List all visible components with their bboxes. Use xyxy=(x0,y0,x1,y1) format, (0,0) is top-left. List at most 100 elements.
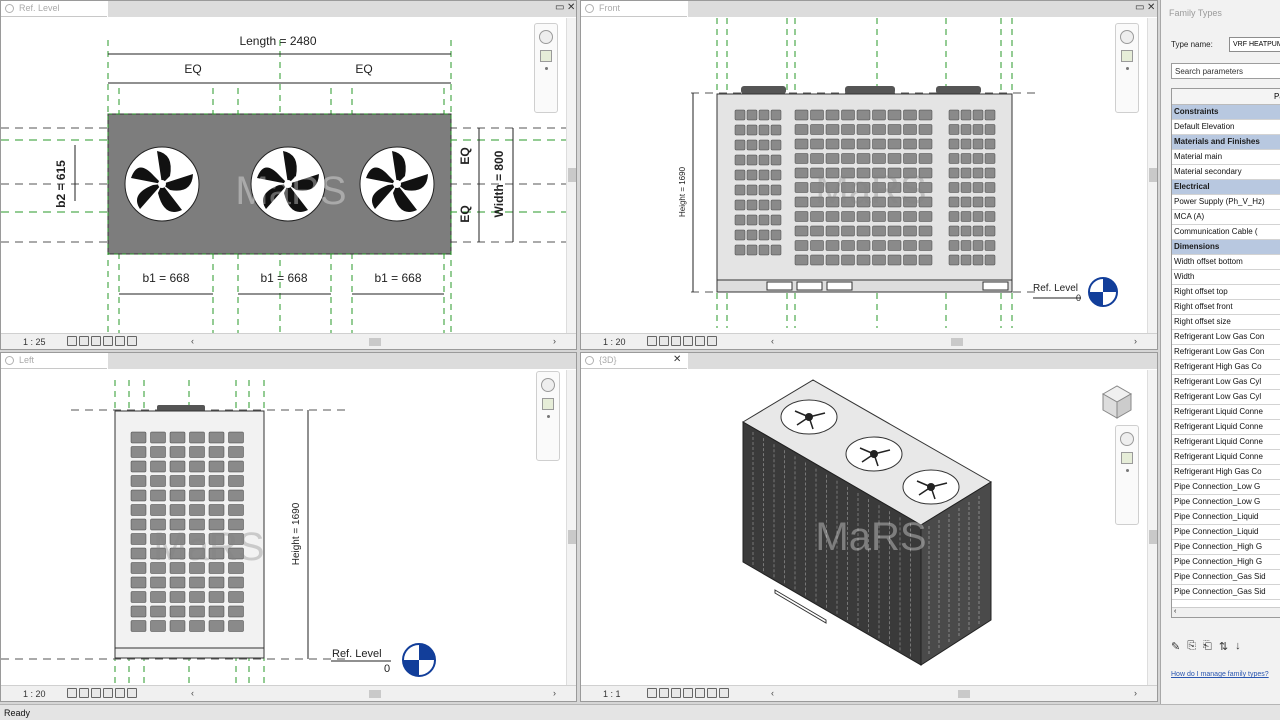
parameter-row[interactable]: Pipe Connection_High G xyxy=(1172,555,1280,570)
steering-wheel-icon[interactable] xyxy=(1120,432,1134,446)
parameter-row[interactable]: Pipe Connection_High G xyxy=(1172,540,1280,555)
horizontal-scroll-thumb[interactable] xyxy=(369,338,381,346)
tab-plan-view[interactable]: Ref. Level xyxy=(1,1,107,17)
crop-view-icon[interactable] xyxy=(707,688,717,698)
parameter-row[interactable]: MCA (A) xyxy=(1172,210,1280,225)
parameter-row[interactable]: Right offset top xyxy=(1172,285,1280,300)
view-scale[interactable]: 1 : 20 xyxy=(23,689,46,699)
new-type-icon[interactable]: ⎘ xyxy=(1187,640,1196,658)
parameter-row[interactable]: Refrigerant High Gas Co xyxy=(1172,465,1280,480)
parameter-group-header[interactable]: Constraints xyxy=(1172,105,1280,120)
zoom-icon[interactable] xyxy=(542,398,554,410)
parameter-row[interactable]: Pipe Connection_Gas Sid xyxy=(1172,570,1280,585)
visual-style-icon[interactable] xyxy=(659,336,669,346)
navigation-bar[interactable] xyxy=(1115,425,1139,525)
parameter-group-header[interactable]: Electrical xyxy=(1172,180,1280,195)
parameter-group-header[interactable]: Dimensions xyxy=(1172,240,1280,255)
scroll-right-icon[interactable]: › xyxy=(553,336,556,346)
vertical-scrollbar[interactable] xyxy=(1147,370,1157,686)
delete-type-icon[interactable]: ⇅ xyxy=(1219,640,1228,658)
detail-level-icon[interactable] xyxy=(67,688,77,698)
front-view[interactable]: Front ▭ ✕ MaRS Height = 1690 Ref. Level xyxy=(580,0,1158,350)
steering-wheel-icon[interactable] xyxy=(539,30,553,44)
edit-icon[interactable]: ✎ xyxy=(1171,640,1180,658)
shadows-icon[interactable] xyxy=(103,688,113,698)
horizontal-scroll-thumb[interactable] xyxy=(369,690,381,698)
help-link[interactable]: How do I manage family types? xyxy=(1171,671,1269,678)
rename-type-icon[interactable]: ⎗ xyxy=(1203,640,1212,658)
detail-level-icon[interactable] xyxy=(67,336,77,346)
parameter-row[interactable]: Refrigerant Low Gas Cyl xyxy=(1172,390,1280,405)
parameter-row[interactable]: Pipe Connection_Low G xyxy=(1172,480,1280,495)
temporary-hide-icon[interactable] xyxy=(707,336,717,346)
more-icon[interactable] xyxy=(544,67,548,70)
detail-level-icon[interactable] xyxy=(647,336,657,346)
type-name-dropdown[interactable]: VRF HEATPUMP xyxy=(1229,37,1280,52)
scroll-right-icon[interactable]: › xyxy=(553,688,556,698)
scroll-left-icon[interactable]: ‹ xyxy=(771,336,774,346)
crop-view-icon[interactable] xyxy=(115,688,125,698)
parameter-row[interactable]: Pipe Connection_Liquid xyxy=(1172,525,1280,540)
steering-wheel-icon[interactable] xyxy=(1120,30,1134,44)
parameter-row[interactable]: Refrigerant Liquid Conne xyxy=(1172,420,1280,435)
vertical-scrollbar[interactable] xyxy=(566,18,576,334)
navigation-bar[interactable] xyxy=(536,371,560,461)
crop-view-icon[interactable] xyxy=(695,336,705,346)
view-scale[interactable]: 1 : 25 xyxy=(23,337,46,347)
vertical-scrollbar[interactable] xyxy=(566,370,576,686)
parameter-row[interactable]: Right offset size xyxy=(1172,315,1280,330)
navigation-bar[interactable] xyxy=(534,23,558,113)
parameter-row[interactable]: Refrigerant High Gas Co xyxy=(1172,360,1280,375)
close-icon[interactable]: ✕ xyxy=(1147,3,1155,13)
parameter-row[interactable]: Pipe Connection_Liquid xyxy=(1172,510,1280,525)
parameter-column-header[interactable]: Pa xyxy=(1172,89,1280,105)
steering-wheel-icon[interactable] xyxy=(541,378,555,392)
horizontal-scroll-thumb[interactable] xyxy=(958,690,970,698)
visual-style-icon[interactable] xyxy=(79,336,89,346)
sort-icon[interactable]: ↓ xyxy=(1235,640,1241,658)
view-scale[interactable]: 1 : 1 xyxy=(603,689,621,699)
parameter-row[interactable]: Width offset bottom xyxy=(1172,255,1280,270)
close-tab-icon[interactable]: ✕ xyxy=(673,355,681,365)
parameter-row[interactable]: Pipe Connection_Gas Sid xyxy=(1172,585,1280,600)
shadows-icon[interactable] xyxy=(103,336,113,346)
zoom-icon[interactable] xyxy=(540,50,552,62)
sun-path-icon[interactable] xyxy=(91,688,101,698)
parameter-row[interactable]: Right offset front xyxy=(1172,300,1280,315)
tab-front-view[interactable]: Front xyxy=(581,1,687,17)
scroll-left-icon[interactable]: ‹ xyxy=(191,688,194,698)
sun-path-icon[interactable] xyxy=(671,336,681,346)
detail-level-icon[interactable] xyxy=(647,688,657,698)
more-icon[interactable] xyxy=(1125,469,1129,472)
zoom-icon[interactable] xyxy=(1121,50,1133,62)
scroll-right-icon[interactable]: › xyxy=(1134,336,1137,346)
temporary-hide-icon[interactable] xyxy=(719,688,729,698)
parameter-row[interactable]: Pipe Connection_Low G xyxy=(1172,495,1280,510)
view-scale[interactable]: 1 : 20 xyxy=(603,337,626,347)
sun-path-icon[interactable] xyxy=(91,336,101,346)
parameter-row[interactable]: Power Supply (Ph_V_Hz) xyxy=(1172,195,1280,210)
tab-left-view[interactable]: Left xyxy=(1,353,107,369)
parameter-row[interactable]: Refrigerant Low Gas Cyl xyxy=(1172,375,1280,390)
parameter-row[interactable]: Default Elevation xyxy=(1172,120,1280,135)
scroll-left-icon[interactable]: ‹ xyxy=(191,336,194,346)
horizontal-scroll-thumb[interactable] xyxy=(951,338,963,346)
parameter-row[interactable]: Communication Cable ( xyxy=(1172,225,1280,240)
shadows-icon[interactable] xyxy=(683,336,693,346)
parameter-row[interactable]: Refrigerant Low Gas Con xyxy=(1172,330,1280,345)
temporary-hide-icon[interactable] xyxy=(127,688,137,698)
visual-style-icon[interactable] xyxy=(659,688,669,698)
maximize-icon[interactable]: ▭ xyxy=(1135,3,1144,13)
parameter-row[interactable]: Refrigerant Low Gas Con xyxy=(1172,345,1280,360)
parameter-row[interactable]: Width xyxy=(1172,270,1280,285)
visual-style-icon[interactable] xyxy=(79,688,89,698)
more-icon[interactable] xyxy=(546,415,550,418)
plan-view[interactable]: Ref. Level ▭ ✕ Length = 2480 EQ EQ b1 = … xyxy=(0,0,577,350)
parameter-row[interactable]: Refrigerant Liquid Conne xyxy=(1172,405,1280,420)
parameter-group-header[interactable]: Materials and Finishes xyxy=(1172,135,1280,150)
maximize-icon[interactable]: ▭ xyxy=(555,3,564,13)
table-horizontal-scrollbar[interactable]: ‹ xyxy=(1172,607,1280,617)
scroll-left-icon[interactable]: ‹ xyxy=(771,688,774,698)
parameter-row[interactable]: Refrigerant Liquid Conne xyxy=(1172,450,1280,465)
3d-view[interactable]: {3D} ✕ MaRS 1: 1 ‹ › xyxy=(580,352,1158,702)
